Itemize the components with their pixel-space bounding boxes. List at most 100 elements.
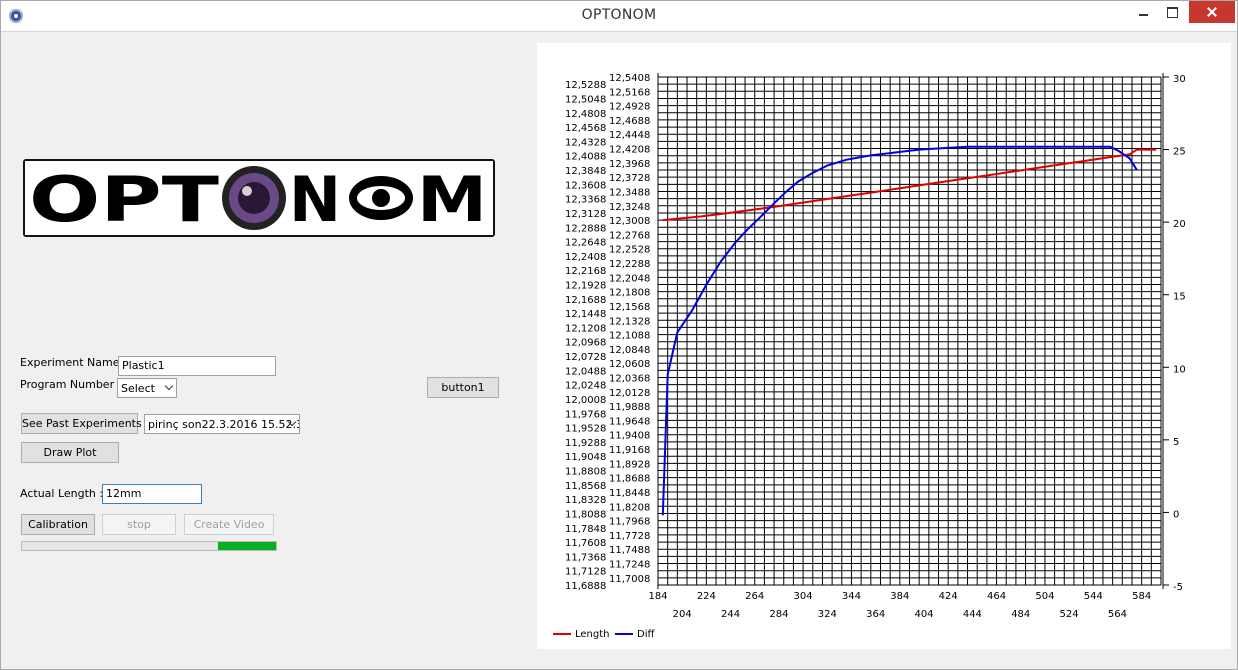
left-axis-tick-label: 12,4448 <box>609 130 650 141</box>
right-axis-tick-label: 20 <box>1173 219 1186 230</box>
right-axis-tick-label: 0 <box>1173 509 1179 520</box>
x-axis-tick-label: 464 <box>987 591 1006 602</box>
x-axis-tick-label: 524 <box>1060 609 1079 620</box>
left-axis-tick-label: 12,5288 <box>565 80 606 91</box>
left-axis-tick-label: 11,8328 <box>565 495 606 506</box>
logo-text-left: OPT <box>29 163 219 235</box>
stop-button[interactable]: stop <box>102 514 176 535</box>
left-axis-tick-label: 12,4328 <box>565 137 606 148</box>
x-axis-tick-label: 404 <box>914 609 933 620</box>
left-axis-tick-label: 11,6888 <box>565 581 606 592</box>
left-axis-tick-label: 12,4088 <box>565 152 606 163</box>
left-axis-tick-label: 12,0488 <box>565 366 606 377</box>
left-axis-tick-label: 11,7128 <box>565 567 606 578</box>
x-axis-tick-label: 364 <box>866 609 885 620</box>
x-axis-tick-label: 504 <box>1035 591 1054 602</box>
left-axis-tick-label: 11,8808 <box>565 467 606 478</box>
left-axis-tick-label: 11,7968 <box>609 517 650 528</box>
past-experiments-select[interactable]: pirinç son22.3.2016 15.52.3 <box>144 414 300 434</box>
close-icon[interactable] <box>1189 1 1235 23</box>
x-axis-tick-label: 244 <box>721 609 740 620</box>
minimize-icon[interactable] <box>1131 1 1155 23</box>
left-axis-tick-label: 12,1328 <box>609 316 650 327</box>
chart-panel: 12,5288 12,5048 12,4808 12,4568 12,4328 12,40… <box>537 43 1231 649</box>
progress-bar <box>21 541 277 551</box>
program-number-select[interactable]: Select <box>117 378 177 398</box>
calibration-button[interactable]: Calibration <box>21 514 95 535</box>
left-axis-tick-label: 12,4808 <box>565 109 606 120</box>
left-axis-tick-label: 11,7608 <box>565 538 606 549</box>
left-axis-tick-label: 12,2288 <box>609 259 650 270</box>
left-axis-tick-label: 12,0608 <box>609 359 650 370</box>
right-axis-tick-label: 10 <box>1173 364 1186 375</box>
left-axis-tick-label: 12,0248 <box>565 381 606 392</box>
left-axis-tick-label: 12,0008 <box>565 395 606 406</box>
left-axis-tick-label: 11,9288 <box>565 438 606 449</box>
x-axis-tick-label: 344 <box>842 591 861 602</box>
left-axis-tick-label: 11,9648 <box>609 416 650 427</box>
x-axis-tick-label: 564 <box>1108 609 1127 620</box>
left-axis-tick-label: 11,9768 <box>565 409 606 420</box>
legend-label-length: Length <box>575 629 610 640</box>
left-axis-tick-label: 11,8448 <box>609 488 650 499</box>
x-axis-tick-label: 224 <box>697 591 716 602</box>
left-axis-tick-label: 12,5408 <box>609 73 650 84</box>
left-axis-tick-label: 11,7248 <box>609 560 650 571</box>
left-axis-tick-label: 11,9888 <box>609 402 650 413</box>
camera-lens-logo: OPT N M <box>25 161 493 235</box>
right-axis-tick-label: 25 <box>1173 147 1186 158</box>
left-axis-tick-label: 11,9168 <box>609 445 650 456</box>
x-axis-tick-label: 584 <box>1132 591 1151 602</box>
left-axis-tick-label: 12,2408 <box>565 252 606 263</box>
right-axis-tick-label: 30 <box>1173 74 1186 85</box>
left-axis-tick-label: 12,1208 <box>565 323 606 334</box>
draw-plot-button[interactable]: Draw Plot <box>21 442 119 463</box>
left-axis-tick-label: 12,4568 <box>565 123 606 134</box>
x-axis-tick-label: 184 <box>648 591 667 602</box>
left-axis-tick-label: 12,3248 <box>609 202 650 213</box>
create-video-button[interactable]: Create Video <box>184 514 274 535</box>
left-axis-tick-label: 12,4688 <box>609 116 650 127</box>
left-axis-tick-label: 11,9528 <box>565 424 606 435</box>
left-axis-tick-label: 12,5168 <box>609 87 650 98</box>
x-axis-tick-label: 424 <box>939 591 958 602</box>
title-bar[interactable]: OPTONOM <box>1 1 1237 32</box>
left-axis-tick-label: 11,7008 <box>609 574 650 585</box>
left-axis-tick-label: 11,9048 <box>565 452 606 463</box>
left-axis-tick-label: 12,2168 <box>565 266 606 277</box>
actual-length-input[interactable]: 12mm <box>102 484 202 504</box>
x-axis-tick-label: 484 <box>1011 609 1030 620</box>
right-axis-tick-label: 5 <box>1173 437 1179 448</box>
app-window: OPTONOM OPT N M Experiment Name : Plasti… <box>0 0 1238 670</box>
see-past-experiments-button[interactable]: See Past Experiments <box>21 413 142 434</box>
left-axis-tick-label: 12,1448 <box>565 309 606 320</box>
left-axis-tick-label: 11,8208 <box>609 502 650 513</box>
left-axis-tick-label: 12,3008 <box>609 216 650 227</box>
button1-button[interactable]: button1 <box>427 377 499 398</box>
left-axis-tick-label: 12,1088 <box>609 331 650 342</box>
left-axis-tick-label: 12,3968 <box>609 159 650 170</box>
experiment-name-input[interactable]: Plastic1 <box>118 356 276 376</box>
line-chart: 12,5288 12,5048 12,4808 12,4568 12,4328 12,40… <box>553 73 1186 640</box>
left-axis-tick-label: 11,7368 <box>565 552 606 563</box>
left-axis-tick-label: 12,4928 <box>609 102 650 113</box>
past-experiment-value: pirinç son22.3.2016 15.52.3 <box>148 418 300 431</box>
left-axis-tick-label: 11,8928 <box>609 459 650 470</box>
x-axis-tick-label: 264 <box>745 591 764 602</box>
right-axis-tick-label: -5 <box>1173 582 1183 593</box>
left-axis-tick-label: 11,7488 <box>609 545 650 556</box>
left-axis-tick-label: 11,7728 <box>609 531 650 542</box>
x-axis-tick-label: 284 <box>769 609 788 620</box>
legend-label-diff: Diff <box>637 629 655 640</box>
x-axis-tick-label: 304 <box>794 591 813 602</box>
left-axis-tick-label: 11,9408 <box>609 431 650 442</box>
progress-fill <box>217 542 276 550</box>
left-axis-tick-label: 12,2888 <box>565 223 606 234</box>
program-number-value: Select <box>121 382 155 395</box>
maximize-icon[interactable] <box>1159 1 1183 23</box>
left-axis-tick-label: 12,3608 <box>565 180 606 191</box>
logo-text-n: N <box>289 163 341 235</box>
actual-length-label: Actual Length : <box>20 487 104 500</box>
left-axis-tick-label: 12,1928 <box>565 280 606 291</box>
x-axis-tick-label: 324 <box>818 609 837 620</box>
